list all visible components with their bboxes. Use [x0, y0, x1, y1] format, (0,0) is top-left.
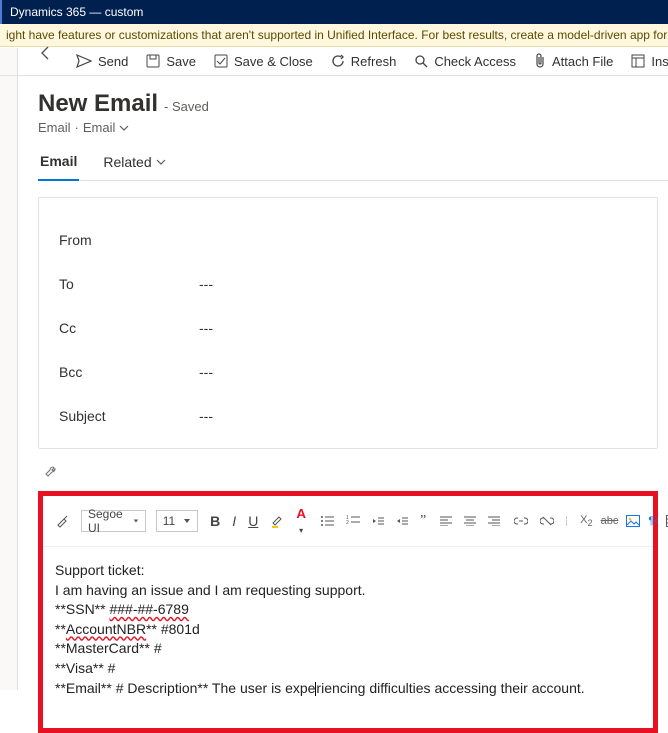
paperclip-icon — [534, 53, 546, 69]
cc-label: Cc — [59, 320, 199, 336]
highlight-icon — [270, 514, 284, 528]
align-left-button[interactable] — [438, 514, 454, 528]
italic-button[interactable]: I — [230, 511, 238, 531]
format-painter-button[interactable] — [53, 512, 71, 530]
breadcrumb: Email · Email — [38, 120, 668, 135]
tab-related[interactable]: Related — [101, 153, 167, 180]
cc-field[interactable]: --- — [199, 320, 213, 336]
paintbrush-icon — [55, 514, 69, 528]
to-field[interactable]: --- — [199, 276, 213, 292]
subject-field[interactable]: --- — [199, 408, 213, 424]
bcc-field[interactable]: --- — [199, 364, 213, 380]
send-icon — [76, 54, 92, 68]
from-label: From — [59, 232, 199, 248]
bcc-label: Bcc — [59, 364, 199, 380]
send-button[interactable]: Send — [76, 54, 128, 69]
link-icon — [514, 516, 528, 526]
left-rail — [0, 48, 18, 690]
outdent-icon — [372, 515, 384, 527]
bold-button[interactable]: B — [208, 511, 222, 531]
numbered-list-icon: 12 — [346, 515, 360, 527]
unlink-button[interactable] — [538, 514, 556, 528]
subscript-button[interactable]: X2 — [580, 514, 592, 528]
caret-down-icon — [183, 517, 191, 525]
editor-body[interactable]: Support ticket: I am having an issue and… — [43, 547, 653, 728]
list-icon — [320, 515, 334, 527]
indent-button[interactable] — [394, 513, 410, 529]
outdent-button[interactable] — [370, 513, 386, 529]
app-title: Dynamics 365 — custom — [10, 5, 143, 19]
unlink-icon — [540, 516, 554, 526]
number-list-button[interactable]: 12 — [344, 513, 362, 529]
link-button[interactable] — [512, 514, 530, 528]
subject-label: Subject — [59, 408, 199, 424]
app-title-bar: Dynamics 365 — custom — [0, 0, 668, 24]
align-center-icon — [464, 516, 476, 526]
save-icon — [146, 54, 160, 68]
wrench-icon[interactable] — [44, 465, 58, 479]
align-left-icon — [440, 516, 452, 526]
strike-button[interactable]: abc — [601, 515, 619, 527]
chevron-down-icon — [156, 157, 166, 167]
unified-interface-notice: ight have features or customizations tha… — [0, 24, 668, 47]
font-family-select[interactable]: Segoe UI — [81, 510, 146, 532]
align-right-button[interactable] — [486, 514, 502, 528]
command-bar: Send Save Save & Close Refresh Check Acc… — [0, 47, 668, 76]
back-button[interactable] — [38, 45, 54, 61]
bullet-list-button[interactable] — [318, 513, 336, 529]
refresh-icon — [331, 54, 345, 68]
check-access-button[interactable]: Check Access — [414, 54, 516, 69]
quote-button[interactable]: ” — [418, 511, 428, 531]
image-button[interactable] — [626, 515, 640, 527]
search-icon — [414, 54, 428, 68]
font-color-button[interactable]: A ▾ — [294, 504, 308, 538]
save-button[interactable]: Save — [146, 54, 196, 69]
main-content: New Email - Saved Email · Email Email Re… — [0, 76, 668, 733]
caret-down-icon — [133, 517, 139, 525]
indent-icon — [396, 515, 408, 527]
attach-file-button[interactable]: Attach File — [534, 53, 613, 69]
tab-email[interactable]: Email — [38, 153, 79, 181]
tab-bar: Email Related — [38, 153, 668, 181]
page-title: New Email — [38, 90, 158, 118]
save-close-button[interactable]: Save & Close — [214, 54, 313, 69]
editor-toolbar: Segoe UI 11 B I U A ▾ 12 — [43, 496, 653, 547]
editor-collapse-row — [38, 463, 658, 481]
highlight-button[interactable] — [268, 512, 286, 530]
chevron-down-icon[interactable] — [119, 123, 129, 133]
rtl-button[interactable]: ¶‹ — [648, 515, 658, 527]
save-close-icon — [214, 54, 228, 68]
image-icon — [626, 515, 640, 527]
template-icon — [631, 54, 645, 68]
align-center-button[interactable] — [462, 514, 478, 528]
save-status: - Saved — [164, 99, 209, 114]
font-size-select[interactable]: 11 — [156, 510, 198, 532]
insert-template-button[interactable]: Insert Templat — [631, 54, 668, 69]
to-label: To — [59, 276, 199, 292]
underline-button[interactable]: U — [246, 511, 260, 531]
refresh-button[interactable]: Refresh — [331, 54, 397, 69]
align-right-icon — [488, 516, 500, 526]
email-header-card: From To --- Cc --- Bcc --- Subject --- — [38, 197, 658, 449]
rich-text-editor: Segoe UI 11 B I U A ▾ 12 — [38, 491, 658, 733]
svg-text:2: 2 — [346, 520, 349, 526]
